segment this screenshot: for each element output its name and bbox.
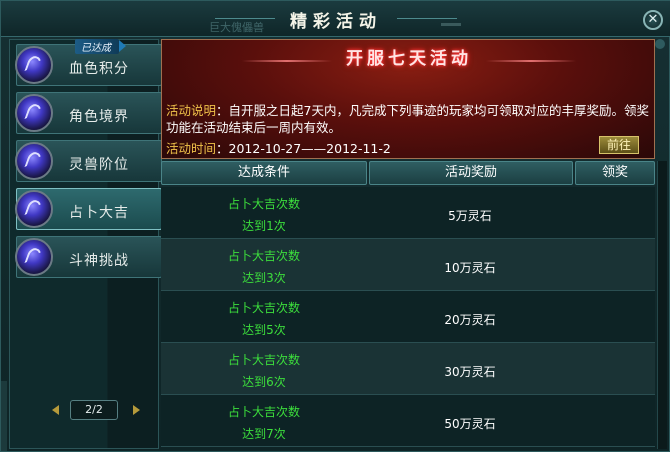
activity-sidebar: 已达成 血色积分 角色境界 灵兽阶位 占卜大吉 斗神挑战 2/2 xyxy=(9,39,162,449)
sidebar-item-label: 斗神挑战 xyxy=(69,253,129,269)
close-button[interactable]: ✕ xyxy=(643,10,663,30)
table-scrollbar[interactable] xyxy=(657,161,667,449)
column-header-claim: 领奖 xyxy=(575,161,655,185)
table-row: 占卜大吉次数 达到1次 5万灵石 xyxy=(161,187,655,239)
reward-text: 20万灵石 xyxy=(444,313,496,327)
orb-icon xyxy=(15,94,53,132)
sidebar-item-label: 占卜大吉 xyxy=(69,205,129,221)
event-description: 活动说明：自开服之日起7天内，凡完成下列事迹的玩家均可领取对应的丰厚奖励。领奖功… xyxy=(166,102,650,136)
description-label: 活动说明 xyxy=(166,103,217,118)
left-edge-decoration xyxy=(1,381,7,451)
pager: 2/2 xyxy=(48,400,144,422)
condition-text: 占卜大吉次数 xyxy=(227,197,300,211)
condition-text: 占卜大吉次数 xyxy=(227,353,300,367)
reward-text: 50万灵石 xyxy=(444,417,496,431)
table-row: 占卜大吉次数 达到5次 20万灵石 xyxy=(161,291,655,343)
sidebar-item-beast-rank[interactable]: 灵兽阶位 xyxy=(15,140,162,182)
column-header-reward: 活动奖励 xyxy=(369,161,573,185)
sidebar-item-god-challenge[interactable]: 斗神挑战 xyxy=(15,236,162,278)
column-header-condition: 达成条件 xyxy=(161,161,367,185)
reward-text: 5万灵石 xyxy=(448,209,492,223)
reward-text: 10万灵石 xyxy=(444,261,496,275)
condition-target: 达到5次 xyxy=(242,323,286,337)
table-row: 占卜大吉次数 达到7次 50万灵石 xyxy=(161,395,655,447)
orb-icon xyxy=(15,238,53,276)
event-banner: 开服七天活动 活动说明：自开服之日起7天内，凡完成下列事迹的玩家均可领取对应的丰… xyxy=(161,39,655,159)
table-row: 占卜大吉次数 达到6次 30万灵石 xyxy=(161,343,655,395)
orb-icon xyxy=(15,46,53,84)
next-page-icon[interactable] xyxy=(133,405,140,415)
time-text: ：2012-10-27——2012-11-2 xyxy=(216,141,391,156)
event-time: 活动时间：2012-10-27——2012-11-2 xyxy=(166,138,391,157)
condition-text: 占卜大吉次数 xyxy=(227,249,300,263)
orb-icon xyxy=(15,142,53,180)
condition-target: 达到1次 xyxy=(242,219,286,233)
time-label: 活动时间 xyxy=(166,141,217,156)
sidebar-item-character-realm[interactable]: 角色境界 xyxy=(15,92,162,134)
close-icon: ✕ xyxy=(647,12,659,27)
achieved-badge: 已达成 xyxy=(75,39,126,54)
sidebar-item-label: 血色积分 xyxy=(69,61,129,77)
window-title: 精彩活动 xyxy=(290,12,382,32)
table-row: 占卜大吉次数 达到3次 10万灵石 xyxy=(161,239,655,291)
condition-text: 占卜大吉次数 xyxy=(227,405,300,419)
condition-target: 达到6次 xyxy=(242,375,286,389)
condition-target: 达到3次 xyxy=(242,271,286,285)
condition-text: 占卜大吉次数 xyxy=(227,301,300,315)
page-indicator: 2/2 xyxy=(70,400,118,420)
condition-target: 达到7次 xyxy=(242,427,286,441)
go-button[interactable]: 前往 xyxy=(599,136,639,154)
reward-table: 占卜大吉次数 达到1次 5万灵石 占卜大吉次数 达到3次 10万灵石 占卜大吉次… xyxy=(161,187,655,449)
activity-window: 巨大傀儡兽 精彩活动 ✕ 已达成 血色积分 角色境界 灵兽阶位 占卜大吉 斗神挑… xyxy=(0,0,670,452)
description-text: ：自开服之日起7天内，凡完成下列事迹的玩家均可领取对应的丰厚奖励。领奖功能在活动… xyxy=(166,103,649,135)
table-header: 达成条件 活动奖励 领奖 xyxy=(161,161,655,185)
sidebar-item-label: 灵兽阶位 xyxy=(69,157,129,173)
sidebar-item-blood-points[interactable]: 已达成 血色积分 xyxy=(15,39,162,86)
sidebar-item-label: 角色境界 xyxy=(69,109,129,125)
banner-title: 开服七天活动 xyxy=(346,49,472,69)
prev-page-icon[interactable] xyxy=(52,405,59,415)
reward-text: 30万灵石 xyxy=(444,365,496,379)
corner-decoration xyxy=(655,39,665,49)
orb-icon xyxy=(15,190,53,228)
sidebar-item-divination[interactable]: 占卜大吉 xyxy=(15,188,162,230)
title-bar: 巨大傀儡兽 精彩活动 ✕ xyxy=(1,1,670,37)
